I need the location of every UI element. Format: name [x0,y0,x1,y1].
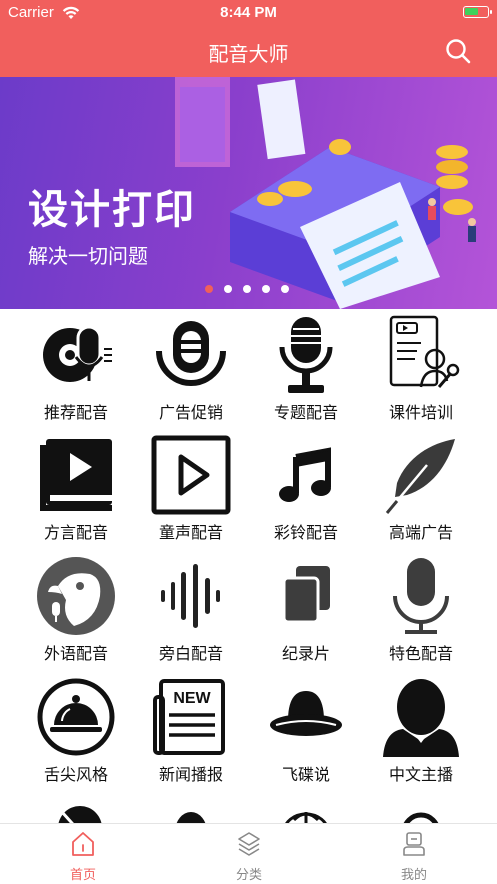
category-label: 纪录片 [281,644,330,663]
category-item[interactable]: 舌尖风格 [14,673,138,793]
tab-bar: 首页 分类 我的 [0,823,497,884]
carousel-dot[interactable] [262,285,270,293]
copy-icon [282,566,330,624]
category-label: 舌尖风格 [43,765,108,784]
courseware-icon [389,315,460,388]
banner-subtitle: 解决一切问题 [28,244,148,268]
category-item[interactable]: 旁白配音 [129,552,253,672]
category-label: 童声配音 [158,523,223,542]
category-label: 飞碟说 [281,765,330,784]
category-label: 课件培训 [388,403,453,422]
category-item[interactable]: 方言配音 [14,431,138,551]
feather-icon [385,439,455,514]
category-label: 彩铃配音 [273,523,338,542]
category-item[interactable]: 彩铃配音 [244,431,368,551]
category-item[interactable]: 童声配音 [129,431,253,551]
category-label: 新闻播报 [158,765,223,784]
category-label: 特色配音 [388,644,453,663]
vinyl-mic-icon [43,325,112,382]
category-item[interactable]: 推荐配音 [14,311,138,431]
carousel-dot[interactable] [281,285,289,293]
mic-capsule-icon [156,321,226,386]
layers-icon [238,832,260,856]
category-item[interactable] [244,794,368,823]
category-item[interactable]: NEW 新闻播报 [129,673,253,793]
profile-icon [403,832,425,856]
microphone-icon [393,558,449,634]
category-label: 中文主播 [388,765,453,784]
anchor-person-icon [383,679,459,757]
carousel-dot[interactable] [224,285,232,293]
category-item[interactable] [14,794,138,823]
more-category-icon [285,812,327,823]
category-item[interactable] [359,794,483,823]
more-category-icon [403,812,439,823]
promo-banner[interactable]: 设计打印 解决一切问题 [0,77,497,309]
category-item[interactable]: 飞碟说 [244,673,368,793]
play-box-icon [151,435,231,515]
music-note-icon [279,447,331,502]
category-item[interactable] [129,794,253,823]
category-item[interactable]: 特色配音 [359,552,483,672]
category-item[interactable]: 纪录片 [244,552,368,672]
svg-text:NEW: NEW [173,690,211,707]
studio-mic-icon [279,317,333,393]
sound-wave-icon [161,564,220,628]
category-item[interactable]: 广告促销 [129,311,253,431]
search-icon[interactable] [445,38,471,64]
top-bar: Carrier 8:44 PM 配音大师 [0,0,497,77]
video-book-icon [40,439,112,511]
category-label: 专题配音 [273,403,338,422]
parrot-icon [37,557,115,635]
more-category-icon [176,812,206,823]
tab-label: 我的 [400,868,427,883]
category-label: 外语配音 [43,644,108,663]
tab-home[interactable]: 首页 [0,824,166,884]
clock: 8:44 PM [220,4,277,21]
category-label: 高端广告 [388,523,453,542]
tab-label: 分类 [235,868,262,883]
status-bar: Carrier 8:44 PM [0,4,497,24]
category-label: 广告促销 [158,403,223,422]
home-icon [72,832,94,856]
category-grid: 推荐配音 广告促销 专题配音 课件培训 方言配音 童声配音 彩铃配音 高端广告 … [0,309,497,823]
category-item[interactable]: 专题配音 [244,311,368,431]
more-category-icon [58,806,102,823]
tab-category[interactable]: 分类 [166,824,332,884]
category-item[interactable]: 课件培训 [359,311,483,431]
battery-icon [463,6,492,18]
carousel-dot[interactable] [243,285,251,293]
category-label: 方言配音 [43,523,108,542]
tab-mine[interactable]: 我的 [331,824,497,884]
category-item[interactable]: 高端广告 [359,431,483,551]
page-title: 配音大师 [208,42,289,66]
category-item[interactable]: 中文主播 [359,673,483,793]
food-cloche-icon [37,678,115,756]
category-label: 旁白配音 [158,644,223,663]
ufo-hat-icon [270,691,342,736]
banner-title: 设计打印 [28,187,196,233]
newspaper-icon: NEW [153,679,225,755]
category-label: 推荐配音 [43,403,108,422]
carousel-dot[interactable] [205,285,213,293]
tab-label: 首页 [69,868,96,883]
category-item[interactable]: 外语配音 [14,552,138,672]
